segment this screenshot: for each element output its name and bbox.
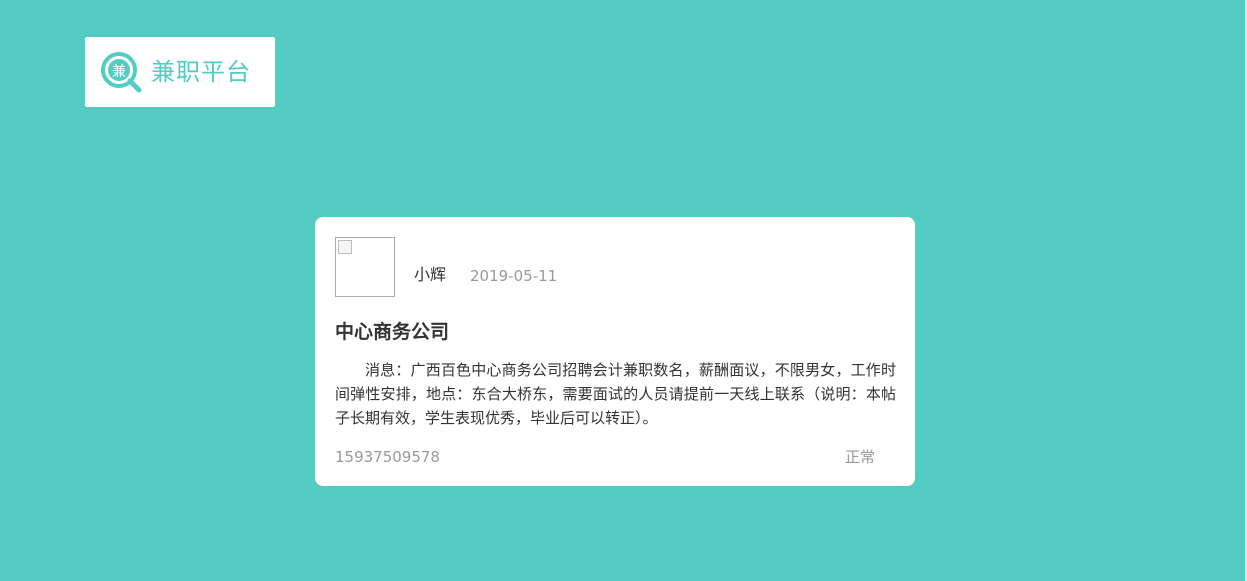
brand-name: 兼职平台 [151, 58, 251, 86]
post-body: 消息：广西百色中心商务公司招聘会计兼职数名，薪酬面议，不限男女，工作时间弹性安排… [335, 361, 896, 427]
poster-name: 小辉 [414, 265, 447, 284]
post-date: 2019-05-11 [470, 267, 558, 285]
search-logo-icon: 兼 [101, 52, 142, 93]
broken-image-icon [338, 240, 352, 254]
site-logo[interactable]: 兼 兼职平台 [85, 37, 275, 107]
logo-glyph: 兼 [112, 64, 126, 80]
contact-phone: 15937509578 [335, 448, 440, 466]
post-title[interactable]: 中心商务公司 [335, 318, 449, 346]
status-badge: 正常 [845, 448, 876, 466]
job-post-card[interactable]: 小辉 2019-05-11 中心商务公司 消息：广西百色中心商务公司招聘会计兼职… [315, 217, 915, 486]
avatar [335, 237, 395, 297]
